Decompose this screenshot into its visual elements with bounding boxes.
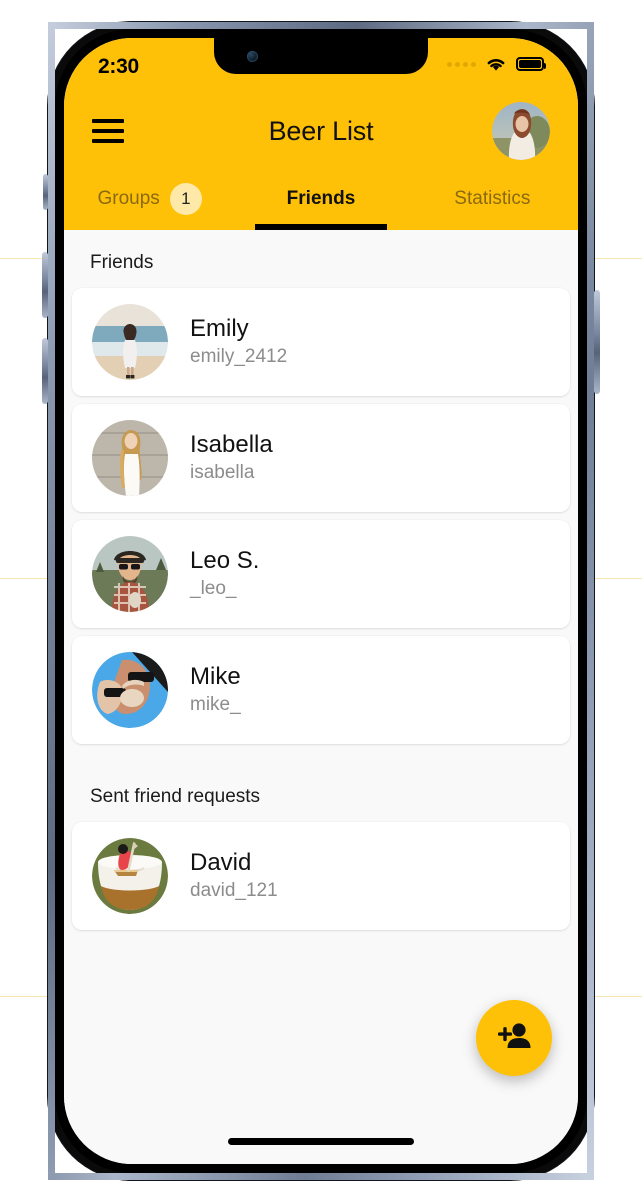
tab-friends[interactable]: Friends	[235, 168, 406, 230]
phone-screen: 2:30 Beer List Groups 1 Friends Statisti…	[64, 38, 578, 1164]
section-header-friends: Friends	[90, 252, 154, 273]
status-bar-indicators	[447, 56, 546, 72]
list-item-text: Leo S. _leo_	[190, 546, 260, 600]
friend-username: david_121	[190, 880, 278, 902]
status-bar-clock: 2:30	[98, 55, 139, 78]
list-item[interactable]: Leo S. _leo_	[72, 520, 570, 628]
device-notch	[214, 38, 428, 74]
avatar-isabella	[92, 420, 168, 496]
hamburger-menu-icon[interactable]	[92, 119, 124, 143]
friend-username: isabella	[190, 462, 255, 484]
avatar-leo	[92, 536, 168, 612]
friend-name: Leo S.	[190, 546, 260, 574]
person-add-icon	[496, 1021, 532, 1056]
user-profile-avatar[interactable]	[492, 102, 550, 160]
navigation-bar: Beer List	[64, 94, 578, 168]
groups-badge-count: 1	[169, 183, 202, 215]
list-item-text: Mike mike_	[190, 662, 241, 716]
power-button[interactable]	[594, 290, 600, 394]
volume-up-button[interactable]	[42, 252, 48, 318]
avatar-mike	[92, 652, 168, 728]
status-bar: 2:30	[64, 38, 578, 94]
list-item[interactable]: Isabella isabella	[72, 404, 570, 512]
list-item-text: Emily emily_2412	[190, 314, 288, 368]
friend-username: mike_	[190, 694, 241, 716]
add-friend-fab[interactable]	[476, 1000, 552, 1076]
signal-dots-icon	[447, 61, 476, 67]
list-item-text: Isabella isabella	[190, 430, 273, 484]
list-item[interactable]: David david_121	[72, 822, 570, 930]
friend-name: David	[190, 848, 252, 876]
battery-full-icon	[516, 57, 546, 71]
section-header-sent-requests: Sent friend requests	[90, 786, 261, 807]
app-top-bar: 2:30 Beer List Groups 1 Friends Statisti…	[64, 38, 578, 230]
tab-friends-label: Friends	[286, 188, 356, 209]
list-item-text: David david_121	[190, 848, 278, 902]
tab-groups[interactable]: Groups 1	[64, 168, 235, 230]
home-indicator-area	[64, 1118, 578, 1164]
tab-statistics[interactable]: Statistics	[407, 168, 578, 230]
friends-list-content: Friends Emily emily_2412 Isabella isabel…	[64, 230, 578, 1118]
friend-name: Emily	[190, 314, 249, 342]
list-item[interactable]: Mike mike_	[72, 636, 570, 744]
avatar-emily	[92, 304, 168, 380]
avatar-david	[92, 838, 168, 914]
wifi-icon	[485, 56, 507, 72]
home-indicator-bar[interactable]	[228, 1137, 414, 1145]
tab-groups-label: Groups	[97, 188, 160, 209]
friend-name: Mike	[190, 662, 241, 690]
tab-statistics-label: Statistics	[454, 188, 531, 209]
tab-bar: Groups 1 Friends Statistics	[64, 168, 578, 230]
list-item[interactable]: Emily emily_2412	[72, 288, 570, 396]
phone-device-frame: 2:30 Beer List Groups 1 Friends Statisti…	[42, 18, 600, 1184]
friend-username: emily_2412	[190, 346, 288, 368]
front-camera-icon	[247, 51, 258, 62]
volume-down-button[interactable]	[42, 338, 48, 404]
friend-name: Isabella	[190, 430, 273, 458]
friend-username: _leo_	[190, 578, 237, 600]
silent-switch-button[interactable]	[43, 174, 48, 210]
